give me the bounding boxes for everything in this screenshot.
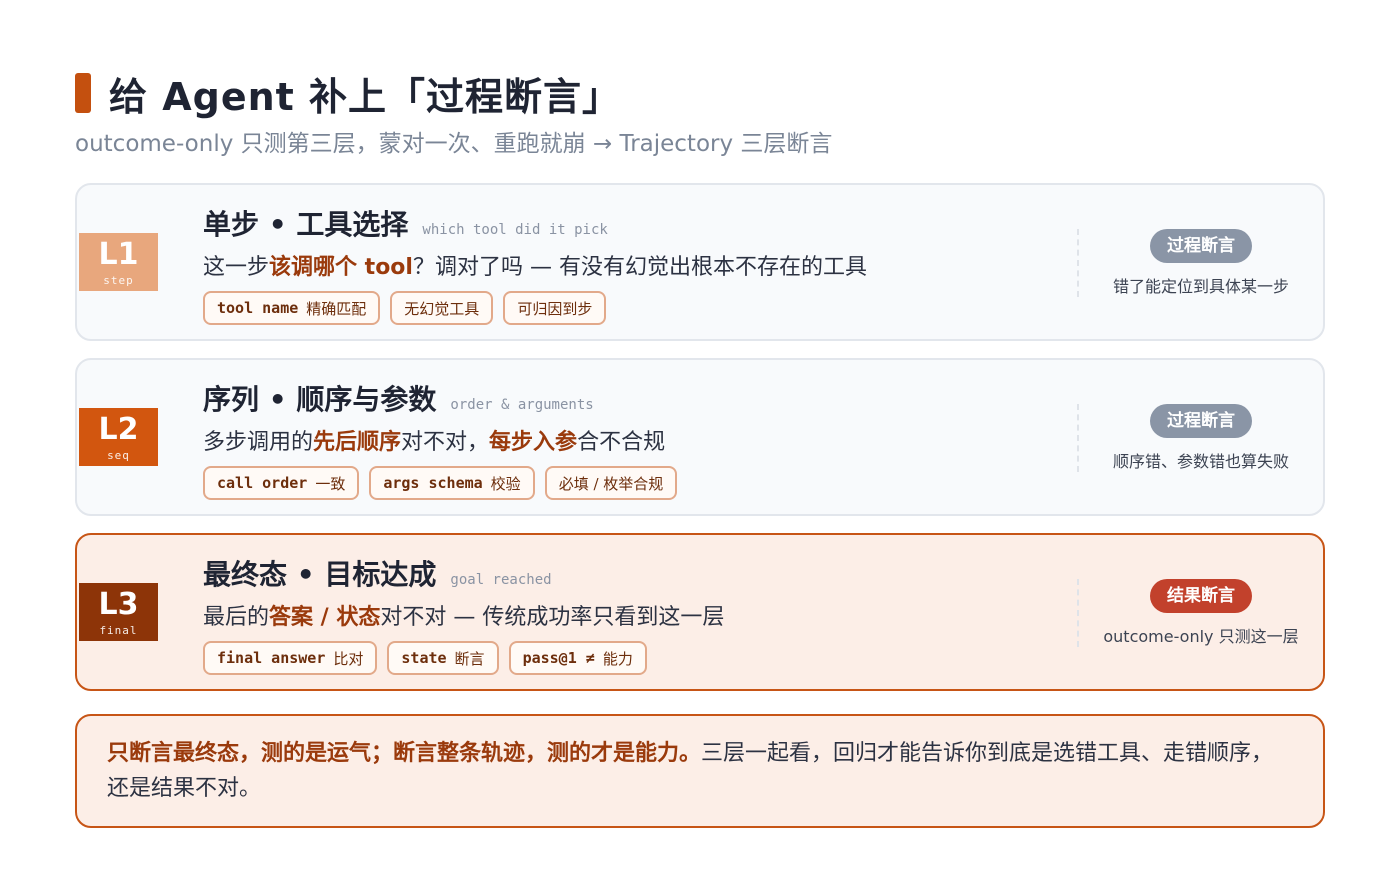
title-row: 给 Agent 补上「过程断言」 — [75, 68, 622, 119]
desc-emphasis: 答案 / 状态 — [269, 605, 381, 630]
assertion-badge: 过程断言 — [1150, 404, 1252, 438]
criterion-chip: pass@1 ≠ 能力 — [508, 641, 647, 675]
level-title-en: order & arguments — [450, 397, 594, 413]
level-code-sub: final — [99, 624, 138, 637]
chip-label: 精确匹配 — [306, 299, 367, 318]
level-content: 序列 • 顺序与参数 order & arguments 多步调用的先后顺序对不对，… — [203, 378, 1063, 500]
level-code: L1 — [98, 237, 139, 272]
assertion-note: outcome-only 只测这一层 — [1103, 627, 1299, 646]
desc-emphasis: 先后顺序 — [313, 430, 402, 455]
page-title: 给 Agent 补上「过程断言」 — [109, 74, 622, 119]
criterion-chip: 无幻觉工具 — [390, 291, 494, 325]
level-description: 多步调用的先后顺序对不对，每步入参合不合规 — [203, 424, 1063, 456]
criterion-chip: args schema 校验 — [369, 466, 535, 500]
criterion-chip: 可归因到步 — [503, 291, 607, 325]
desc-text: 多步调用的 — [203, 430, 314, 455]
level-title: 最终态 • 目标达成 — [203, 558, 437, 591]
level-code: L3 — [98, 587, 139, 622]
level-code: L2 — [98, 412, 139, 447]
level-card-l1: L1 step 单步 • 工具选择 which tool did it pick 这一步… — [75, 183, 1325, 341]
chip-label: 无幻觉工具 — [404, 299, 480, 318]
level-tag: L2 seq — [79, 408, 158, 466]
level-heading: 序列 • 顺序与参数 order & arguments — [203, 378, 1063, 418]
chip-code: call order — [217, 474, 308, 492]
level-heading: 最终态 • 目标达成 goal reached — [203, 553, 1063, 593]
level-card-l3: L3 final 最终态 • 目标达成 goal reached 最后的答案 / 状态对… — [75, 533, 1325, 691]
card-divider — [1077, 404, 1079, 472]
desc-text: 对不对， — [401, 430, 490, 455]
level-tag: L3 final — [79, 583, 158, 641]
criterion-chip: call order 一致 — [203, 466, 360, 500]
chip-code: pass@1 ≠ — [522, 649, 595, 667]
desc-text: 这一步 — [203, 255, 270, 280]
level-description: 这一步该调哪个 tool？调对了吗 — 有没有幻觉出根本不存在的工具 — [203, 249, 1063, 281]
level-chips: tool name 精确匹配 无幻觉工具 可归因到步 — [203, 291, 1063, 325]
criterion-chip: state 断言 — [387, 641, 499, 675]
desc-emphasis: 每步入参 — [489, 430, 578, 455]
level-title-en: goal reached — [450, 572, 552, 588]
summary-text: 只断言最终态，测的是运气；断言整条轨迹，测的才是能力。三层一起看，回归才能告诉你… — [107, 741, 1273, 801]
assertion-badge: 过程断言 — [1150, 229, 1252, 263]
summary-box: 只断言最终态，测的是运气；断言整条轨迹，测的才是能力。三层一起看，回归才能告诉你… — [75, 714, 1325, 828]
assertion-badge: 结果断言 — [1150, 579, 1252, 613]
level-chips: call order 一致 args schema 校验 必填 / 枚举合规 — [203, 466, 1063, 500]
chip-label: 能力 — [602, 649, 633, 668]
level-heading: 单步 • 工具选择 which tool did it pick — [203, 203, 1063, 243]
criterion-chip: tool name 精确匹配 — [203, 291, 381, 325]
chip-label: 比对 — [333, 649, 364, 668]
desc-text: ？调对了吗 — 有没有幻觉出根本不存在的工具 — [412, 255, 867, 280]
desc-emphasis: 该调哪个 tool — [269, 255, 413, 280]
card-divider — [1077, 229, 1079, 297]
summary-emphasis: 只断言最终态，测的是运气；断言整条轨迹，测的才是能力。 — [107, 741, 702, 766]
desc-text: 合不合规 — [577, 430, 666, 455]
chip-code: final answer — [217, 649, 326, 667]
level-title: 单步 • 工具选择 — [203, 208, 409, 241]
chip-label: 必填 / 枚举合规 — [558, 474, 664, 493]
chip-label: 可归因到步 — [517, 299, 593, 318]
assertion-note: 顺序错、参数错也算失败 — [1112, 452, 1289, 471]
level-chips: final answer 比对 state 断言 pass@1 ≠ 能力 — [203, 641, 1063, 675]
level-assertion: 过程断言错了能定位到具体某一步 — [1087, 229, 1315, 297]
level-tag: L1 step — [79, 233, 158, 291]
level-description: 最后的答案 / 状态对不对 — 传统成功率只看到这一层 — [203, 599, 1063, 631]
level-title-en: which tool did it pick — [422, 222, 608, 238]
card-divider — [1077, 579, 1079, 647]
desc-text: 对不对 — 传统成功率只看到这一层 — [380, 605, 725, 630]
criterion-chip: final answer 比对 — [203, 641, 378, 675]
criterion-chip: 必填 / 枚举合规 — [544, 466, 678, 500]
level-title: 序列 • 顺序与参数 — [203, 383, 437, 416]
desc-text: 最后的 — [203, 605, 270, 630]
level-assertion: 过程断言顺序错、参数错也算失败 — [1087, 404, 1315, 472]
level-assertion: 结果断言 outcome-only 只测这一层 — [1087, 579, 1315, 647]
chip-code: state — [401, 649, 447, 667]
assertion-note: 错了能定位到具体某一步 — [1112, 277, 1289, 296]
level-code-sub: step — [103, 274, 134, 287]
chip-label: 一致 — [315, 474, 346, 493]
chip-code: args schema — [383, 474, 483, 492]
chip-label: 断言 — [454, 649, 485, 668]
page-subtitle: outcome-only 只测第三层，蒙对一次、重跑就崩 → Trajector… — [75, 131, 833, 157]
chip-label: 校验 — [490, 474, 521, 493]
level-content: 单步 • 工具选择 which tool did it pick 这一步该调哪个 t… — [203, 203, 1063, 325]
level-card-l2: L2 seq 序列 • 顺序与参数 order & arguments 多步调用的先后顺… — [75, 358, 1325, 516]
chip-code: tool name — [217, 299, 299, 317]
level-content: 最终态 • 目标达成 goal reached 最后的答案 / 状态对不对 — 传统… — [203, 553, 1063, 675]
title-accent-bar — [75, 73, 91, 113]
level-code-sub: seq — [107, 449, 130, 462]
